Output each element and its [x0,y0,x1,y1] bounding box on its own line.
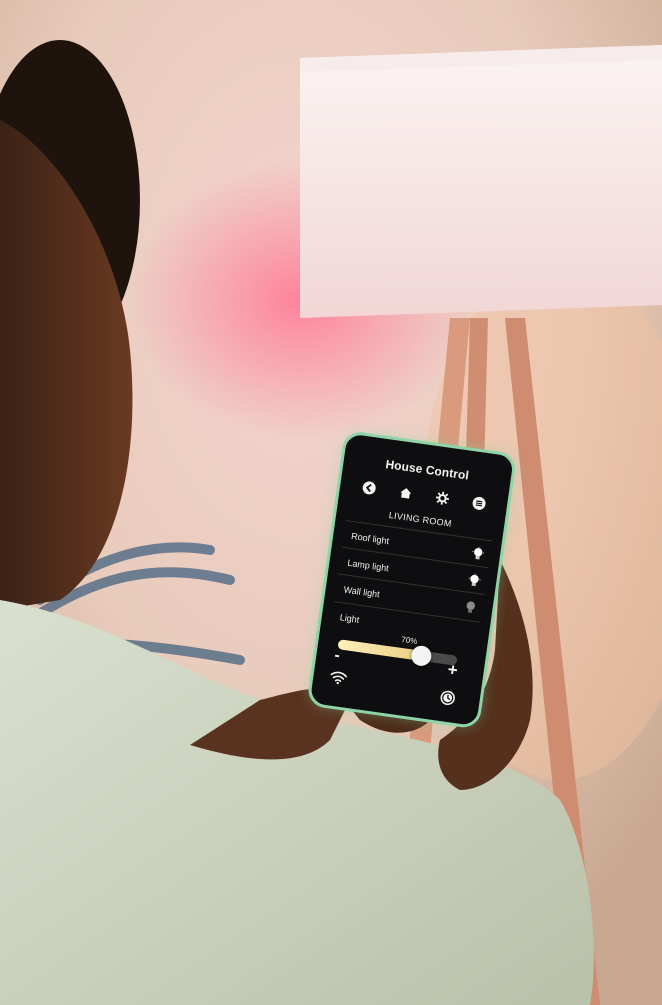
home-button[interactable] [396,484,414,502]
brightness-label: Light [339,612,360,625]
settings-button[interactable] [433,489,451,507]
home-icon [399,488,411,499]
wifi-icon[interactable] [329,669,349,685]
light-label: Lamp light [346,557,390,574]
increase-brightness-button[interactable]: + [446,660,458,681]
clock-icon[interactable] [439,689,457,707]
lightbulb-on-icon[interactable] [467,572,481,589]
decrease-brightness-button[interactable]: - [333,647,341,666]
back-arrow-icon [362,481,376,495]
brightness-slider-thumb[interactable] [410,644,433,668]
back-button[interactable] [360,479,378,497]
lightbulb-off-icon[interactable] [464,599,478,616]
light-label: Wall light [343,584,381,600]
brightness-slider[interactable] [337,639,458,668]
brightness-value: 70% [400,634,418,647]
menu-button[interactable] [470,494,488,512]
light-label: Roof light [350,530,390,547]
scene-background [0,0,662,1005]
menu-icon [472,496,486,510]
lightbulb-on-icon[interactable] [471,545,485,562]
settings-gear-icon [435,491,449,505]
